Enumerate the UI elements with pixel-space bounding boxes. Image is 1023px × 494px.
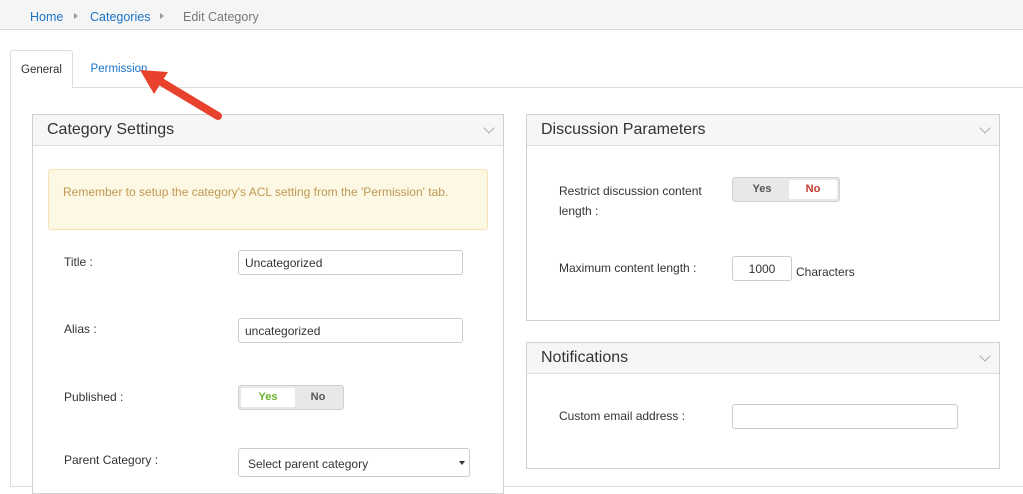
acl-alert: Remember to setup the category's ACL set… <box>48 169 488 230</box>
tab-general[interactable]: General <box>10 50 73 88</box>
discussion-parameters-title: Discussion Parameters <box>541 121 706 138</box>
caret-down-icon <box>459 461 465 465</box>
parent-category-label: Parent Category : <box>64 453 159 467</box>
restrict-length-label: Restrict discussion content length : <box>559 184 702 218</box>
alias-label: Alias : <box>64 322 97 336</box>
parent-category-select[interactable]: Select parent category <box>238 448 470 477</box>
title-label: Title : <box>64 255 93 269</box>
chevron-down-icon[interactable] <box>979 122 991 134</box>
max-length-input[interactable] <box>732 256 792 281</box>
chevron-down-icon[interactable] <box>483 122 495 134</box>
custom-email-label: Custom email address : <box>559 409 686 423</box>
parent-category-value: Select parent category <box>248 457 369 471</box>
custom-email-input[interactable] <box>732 404 958 429</box>
notifications-title: Notifications <box>541 349 629 366</box>
published-no-option[interactable]: No <box>295 388 341 407</box>
title-input[interactable] <box>238 250 463 275</box>
category-settings-header: Category Settings <box>33 115 503 146</box>
restrict-no-option[interactable]: No <box>789 180 837 199</box>
published-label: Published : <box>64 390 124 404</box>
chevron-right-icon <box>160 13 164 19</box>
max-length-label: Maximum content length : <box>559 261 697 275</box>
annotation-arrow-icon <box>140 70 222 120</box>
acl-alert-text: Remember to setup the category's ACL set… <box>63 185 449 199</box>
tab-general-label: General <box>21 64 62 76</box>
discussion-parameters-header: Discussion Parameters <box>527 115 999 146</box>
alias-input[interactable] <box>238 318 463 343</box>
breadcrumb-categories-link[interactable]: Categories <box>90 10 150 24</box>
breadcrumb-current: Edit Category <box>183 10 259 24</box>
published-toggle[interactable]: Yes No <box>238 385 344 410</box>
breadcrumb: Home Categories Edit Category <box>0 0 1023 30</box>
restrict-yes-option[interactable]: Yes <box>735 180 789 199</box>
published-yes-option[interactable]: Yes <box>241 388 295 407</box>
chevron-down-icon[interactable] <box>979 350 991 362</box>
notifications-header: Notifications <box>527 343 999 374</box>
chevron-right-icon <box>74 13 78 19</box>
restrict-length-toggle[interactable]: Yes No <box>732 177 840 202</box>
characters-unit-label: Characters <box>796 265 855 279</box>
breadcrumb-home-link[interactable]: Home <box>30 10 63 24</box>
